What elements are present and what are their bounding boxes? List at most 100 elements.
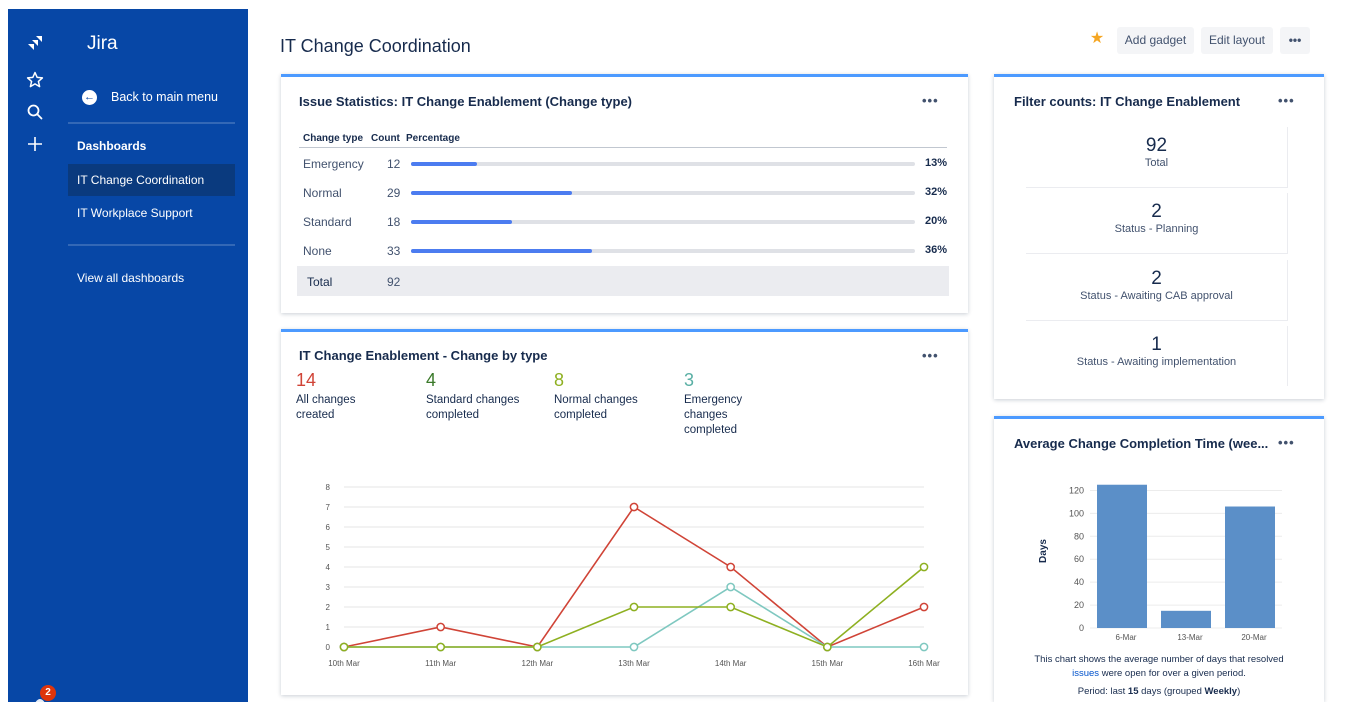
x-tick-label: 10th Mar (328, 659, 360, 668)
total-value: 92 (387, 275, 401, 289)
data-point (726, 602, 736, 612)
total-label: Total (307, 275, 333, 289)
sidebar-item-it-workplace-support[interactable]: IT Workplace Support (68, 197, 235, 229)
filter-count-planning[interactable]: 2 Status - Planning (1026, 193, 1288, 253)
search-icon[interactable] (24, 101, 46, 123)
more-actions-button[interactable]: ••• (1280, 27, 1310, 54)
bar (1225, 506, 1275, 628)
period-text: days (grouped (1141, 686, 1202, 697)
gadget-menu-button[interactable]: ••• (922, 348, 939, 363)
total-row: Total 92 (297, 266, 949, 296)
y-tick-label: 5 (326, 543, 331, 552)
issues-link[interactable]: issues (1072, 668, 1099, 679)
change-type-label[interactable]: Standard (303, 215, 352, 229)
chart-description: This chart shows the average number of d… (994, 653, 1324, 681)
y-axis-label: Days (1038, 539, 1049, 563)
filter-count-total[interactable]: 92 Total (1026, 127, 1288, 187)
data-point (822, 642, 832, 652)
jira-dashboard: 2 Jira ← Back to main menu Dashboards IT… (0, 0, 1370, 702)
percentage-bar-fill (411, 249, 593, 253)
period-grouping: Weekly (1204, 686, 1238, 697)
count-value: 18 (387, 215, 401, 229)
gadget-menu-button[interactable]: ••• (1278, 93, 1295, 108)
percentage-bar-fill (411, 220, 512, 224)
y-tick-label: 20 (1074, 600, 1084, 610)
data-point (919, 562, 929, 572)
favourite-star-icon[interactable]: ★ (1088, 30, 1106, 48)
y-tick-label: 120 (1069, 485, 1084, 495)
x-tick-label: 14th Mar (715, 659, 747, 668)
gadget-menu-button[interactable]: ••• (1278, 435, 1295, 450)
bar (1161, 610, 1211, 628)
count-value: 12 (387, 157, 401, 171)
change-type-label[interactable]: Normal (303, 186, 342, 200)
data-point (629, 602, 639, 612)
y-tick-label: 40 (1074, 577, 1084, 587)
x-tick-label: 13th Mar (618, 659, 650, 668)
notification-badge: 2 (40, 685, 56, 701)
metric-value: 14 (296, 370, 317, 390)
change-by-type-line-chart: 0 1 2 3 4 5 6 7 8 10th Mar 11th Mar 12th Mar 13th Ma… (326, 483, 941, 668)
data-point (629, 502, 639, 512)
filter-count-awaiting-implementation[interactable]: 1 Status - Awaiting implementation (1026, 326, 1288, 386)
create-plus-icon[interactable] (24, 133, 46, 155)
x-tick-label: 13-Mar (1177, 633, 1203, 642)
gadget-menu-button[interactable]: ••• (922, 93, 939, 108)
issue-statistics-gadget: Issue Statistics: IT Change Enablement (… (281, 74, 968, 313)
filter-count-label: Total (1144, 157, 1169, 169)
filter-count-awaiting-cab[interactable]: 2 Status - Awaiting CAB approval (1026, 260, 1288, 320)
x-tick-label: 20-Mar (1241, 633, 1267, 642)
metric-value: 8 (554, 370, 565, 390)
filter-count-label: Status - Awaiting implementation (1076, 356, 1237, 368)
metric-value: 4 (426, 370, 437, 390)
change-type-label[interactable]: None (303, 244, 332, 258)
sidebar-item-it-change-coordination[interactable]: IT Change Coordination (68, 164, 235, 196)
percentage-value: 13% (924, 157, 947, 169)
table-row: Standard 18 20% (299, 207, 947, 237)
sidebar-divider (68, 244, 235, 246)
product-name: Jira (87, 33, 118, 54)
x-tick-label: 6-Mar (1116, 633, 1137, 642)
percentage-value: 36% (924, 244, 947, 256)
view-all-dashboards-link[interactable]: View all dashboards (68, 262, 235, 294)
metric-standard-changes: 4 Standard changes completed (426, 370, 546, 423)
y-tick-label: 7 (326, 503, 331, 512)
percentage-bar (411, 249, 915, 253)
y-tick-label: 3 (326, 583, 331, 592)
metric-normal-changes: 8 Normal changes completed (554, 370, 674, 423)
add-gadget-button[interactable]: Add gadget (1117, 27, 1194, 54)
table-row: Emergency 12 13% (299, 149, 947, 179)
filter-count-label: Status - Awaiting CAB approval (1080, 290, 1233, 302)
divider (1026, 187, 1288, 188)
y-tick-label: 60 (1074, 554, 1084, 564)
average-completion-time-gadget: Average Change Completion Time (wee... •… (994, 416, 1324, 702)
x-tick-label: 16th Mar (908, 659, 940, 668)
y-tick-label: 0 (1079, 623, 1084, 633)
jira-logo-icon[interactable] (24, 33, 46, 55)
change-type-label[interactable]: Emergency (303, 157, 364, 171)
percentage-value: 20% (924, 215, 947, 227)
percentage-bar (411, 220, 915, 224)
data-point (726, 562, 736, 572)
x-tick-label: 15th Mar (812, 659, 844, 668)
data-point (629, 642, 639, 652)
metric-label: Standard changes completed (426, 394, 520, 421)
x-tick-label: 12th Mar (522, 659, 554, 668)
metric-all-changes: 14 All changes created (296, 370, 416, 423)
x-tick-label: 11th Mar (425, 659, 456, 668)
filter-count-label: Status - Planning (1114, 223, 1199, 235)
notifications-icon[interactable]: 2 (30, 685, 56, 702)
edit-layout-button[interactable]: Edit layout (1201, 27, 1273, 54)
y-tick-label: 80 (1074, 531, 1084, 541)
star-icon[interactable] (24, 69, 46, 91)
y-tick-label: 4 (326, 563, 331, 572)
period-text: Period: last (1077, 686, 1126, 697)
dashboard-sidebar: Jira ← Back to main menu Dashboards IT C… (68, 9, 248, 702)
filter-counts-gadget: Filter counts: IT Change Enablement ••• … (994, 74, 1324, 399)
table-row: Normal 29 32% (299, 178, 947, 208)
gadget-title: Issue Statistics: IT Change Enablement (… (299, 94, 633, 109)
back-to-main-menu-button[interactable]: ← Back to main menu (78, 83, 238, 111)
data-point (919, 642, 929, 652)
description-text: were open for over a given period. (1101, 668, 1246, 679)
data-point (919, 602, 929, 612)
